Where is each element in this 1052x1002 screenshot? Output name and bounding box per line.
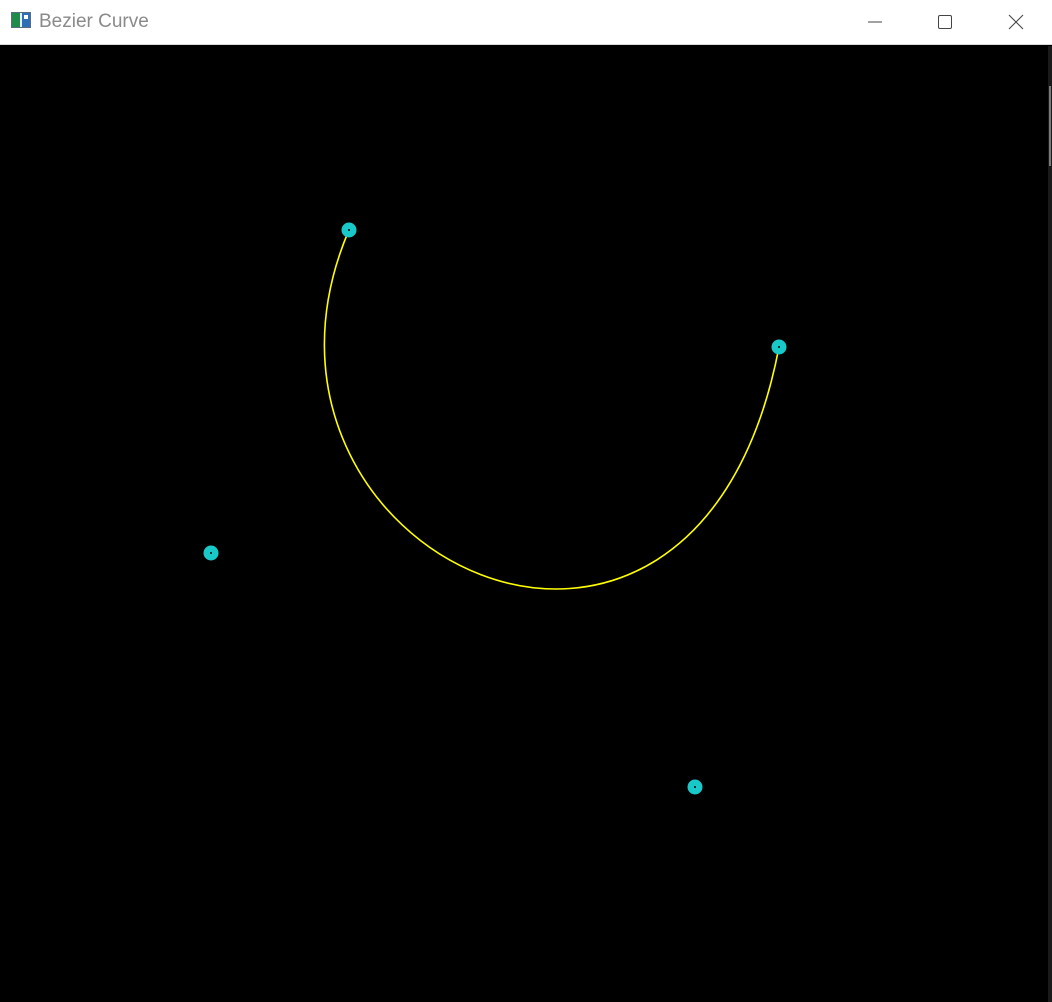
window-edge (1048, 46, 1052, 1002)
close-icon (1008, 14, 1024, 30)
drawing-canvas[interactable] (0, 46, 1048, 1002)
close-button[interactable] (981, 0, 1051, 44)
control-point-p3[interactable] (771, 339, 787, 355)
bezier-scene[interactable] (0, 46, 1048, 1002)
control-point-p0[interactable] (341, 222, 357, 238)
control-point-p1[interactable] (203, 545, 219, 561)
control-point-p2[interactable] (687, 779, 703, 795)
window-title: Bezier Curve (39, 11, 149, 32)
minimize-icon (868, 21, 882, 23)
edge-scroll-thumb (1049, 86, 1051, 166)
maximize-button[interactable] (910, 0, 980, 44)
app-window: Bezier Curve (0, 0, 1052, 1002)
bezier-curve (323, 229, 780, 590)
app-icon (11, 12, 31, 28)
minimize-button[interactable] (840, 0, 910, 44)
maximize-icon (938, 15, 952, 29)
title-bar[interactable]: Bezier Curve (0, 0, 1052, 45)
